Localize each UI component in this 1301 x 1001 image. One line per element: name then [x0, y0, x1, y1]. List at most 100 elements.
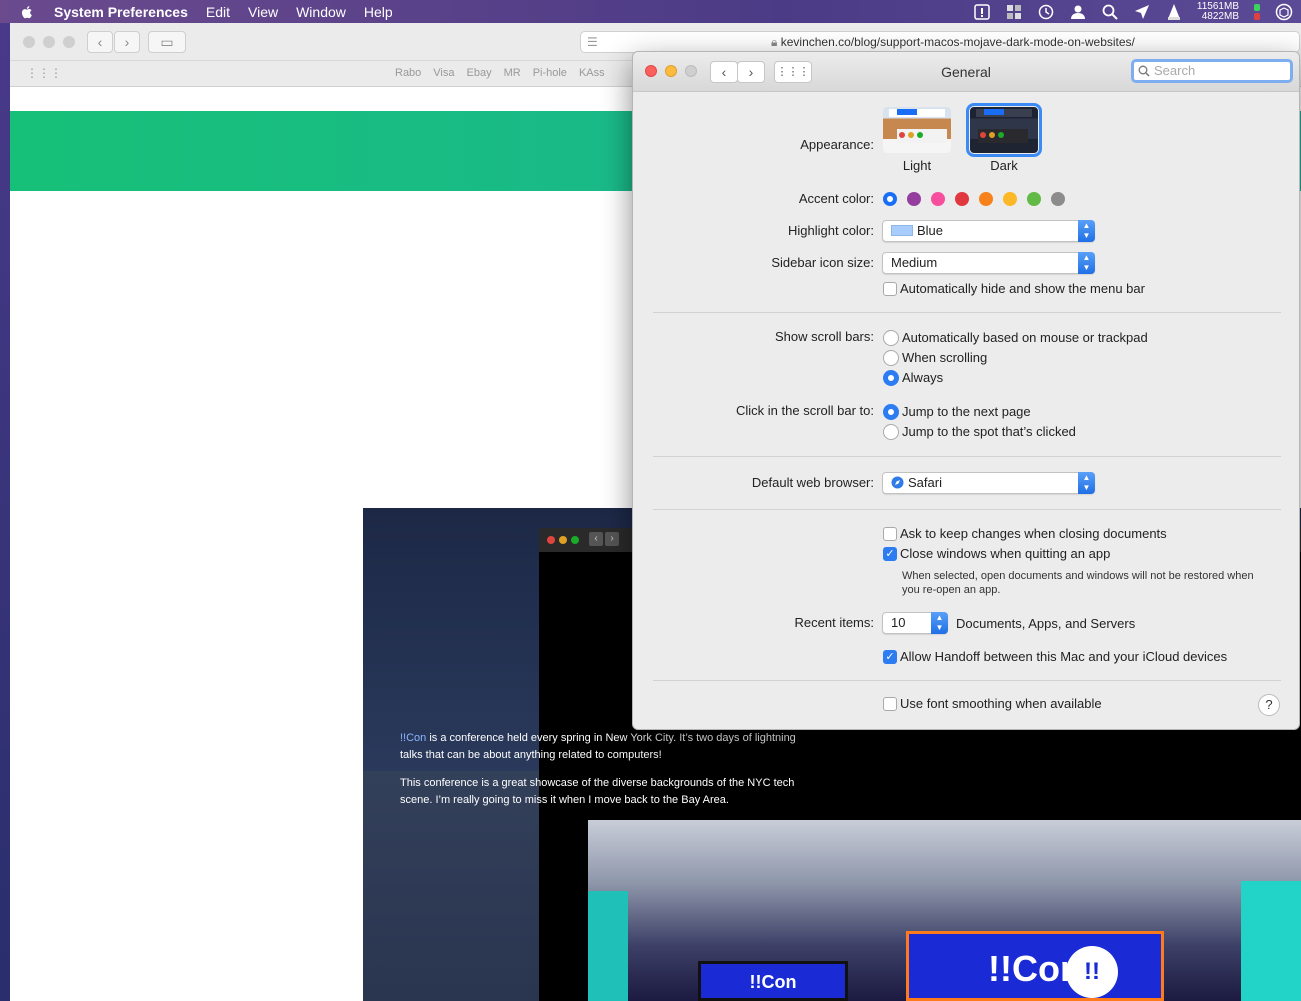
- highlight-swatch: [891, 225, 913, 236]
- close-windows-checkbox[interactable]: ✓: [883, 547, 897, 561]
- auto-hide-menubar-checkbox[interactable]: [883, 282, 897, 296]
- jump-next-page-label: Jump to the next page: [902, 404, 1031, 419]
- allow-handoff-label: Allow Handoff between this Mac and your …: [900, 649, 1228, 664]
- left-screen: !!Con: [698, 961, 848, 1001]
- recent-items-label: Recent items:: [794, 615, 874, 630]
- appearance-light-option[interactable]: [883, 107, 951, 153]
- ask-keep-changes-label: Ask to keep changes when closing documen…: [900, 526, 1167, 541]
- menu-view[interactable]: View: [239, 4, 287, 20]
- highlight-color-popup[interactable]: Blue ▲ ▼: [882, 220, 1095, 242]
- blog-paragraph-1: !!Con is a conference held every spring …: [400, 732, 796, 761]
- help-button[interactable]: ?: [1258, 694, 1280, 716]
- zoom-button[interactable]: [63, 36, 75, 48]
- safari-compass-icon: [891, 476, 904, 489]
- search-field[interactable]: Search: [1131, 59, 1293, 83]
- top-sites-icon[interactable]: ⋮⋮⋮: [26, 66, 62, 80]
- conference-photo: !!Con !!Con !!: [588, 820, 1301, 1001]
- forward-button[interactable]: ›: [114, 31, 140, 53]
- search-icon: [1138, 65, 1150, 77]
- jump-spot-clicked-label: Jump to the spot that’s clicked: [902, 424, 1076, 439]
- accent-pink-swatch[interactable]: [931, 192, 945, 206]
- blog-paragraphs: !!Con is a conference held every spring …: [400, 730, 800, 820]
- menu-window[interactable]: Window: [287, 4, 355, 20]
- accent-graphite-swatch[interactable]: [1051, 192, 1065, 206]
- search-placeholder: Search: [1154, 63, 1196, 78]
- auto-hide-menubar-label: Automatically hide and show the menu bar: [900, 281, 1145, 296]
- location-icon[interactable]: [1133, 3, 1151, 21]
- teal-light: [1241, 881, 1301, 1001]
- back-button[interactable]: ‹: [87, 31, 113, 53]
- chevron-updown-icon: ▲ ▼: [1078, 220, 1095, 242]
- badge-logo: !!: [1066, 946, 1118, 998]
- vlc-icon[interactable]: [1165, 3, 1183, 21]
- favorite-link[interactable]: MR: [504, 67, 521, 79]
- recent-items-suffix: Documents, Apps, and Servers: [956, 616, 1136, 631]
- favorite-link[interactable]: Ebay: [467, 67, 492, 79]
- menu-app-name[interactable]: System Preferences: [54, 4, 197, 20]
- appearance-dark-option[interactable]: [966, 103, 1042, 157]
- accent-red-swatch[interactable]: [955, 192, 969, 206]
- search-icon[interactable]: [1101, 3, 1119, 21]
- cube-icon[interactable]: [1275, 3, 1293, 21]
- close-windows-label: Close windows when quitting an app: [900, 546, 1111, 561]
- accent-yellow-swatch[interactable]: [1003, 192, 1017, 206]
- menu-help[interactable]: Help: [355, 4, 402, 20]
- alert-icon[interactable]: [973, 3, 991, 21]
- teal-light-left: [588, 891, 628, 1001]
- apple-menu-icon[interactable]: [0, 3, 54, 21]
- reader-icon[interactable]: ☰: [587, 32, 598, 52]
- close-windows-note: When selected, open documents and window…: [902, 570, 1254, 596]
- accent-purple-swatch[interactable]: [907, 192, 921, 206]
- click-scroll-bar-label: Click in the scroll bar to:: [736, 403, 874, 418]
- highlight-value: Blue: [917, 223, 944, 238]
- address-bar[interactable]: ☰ 🔒︎ kevinchen.co/blog/support-macos-moj…: [580, 31, 1300, 53]
- favorite-link[interactable]: KAss: [579, 67, 605, 79]
- appearance-label: Appearance:: [800, 137, 874, 152]
- scroll-auto-label: Automatically based on mouse or trackpad: [902, 330, 1148, 345]
- sidebar-toggle-button[interactable]: ▭: [148, 31, 186, 53]
- accent-color-label: Accent color:: [798, 191, 874, 206]
- accent-green-swatch[interactable]: [1027, 192, 1041, 206]
- sidebar-icon-size-label: Sidebar icon size:: [771, 255, 874, 270]
- divider: [653, 456, 1281, 457]
- time-machine-icon[interactable]: [1037, 3, 1055, 21]
- scroll-auto-radio[interactable]: [883, 330, 899, 346]
- menu-bar: System Preferences Edit View Window Help…: [0, 0, 1301, 23]
- favorite-link[interactable]: Rabo: [395, 67, 421, 79]
- accent-orange-swatch[interactable]: [979, 192, 993, 206]
- close-button[interactable]: [23, 36, 35, 48]
- memory-free: 4822MB: [1201, 10, 1239, 22]
- accent-blue-swatch[interactable]: [883, 192, 897, 206]
- sidebar-icon-size-popup[interactable]: Medium ▲ ▼: [882, 252, 1095, 274]
- bangbangcon-link[interactable]: !!Con: [400, 732, 426, 744]
- divider: [653, 509, 1281, 510]
- system-preferences-window: ‹ › ⋮⋮⋮ General Search Appearance: Light…: [632, 51, 1300, 730]
- sidebar-icon-size-value: Medium: [891, 255, 938, 270]
- scroll-when-scrolling-radio[interactable]: [883, 350, 899, 366]
- jump-next-page-radio[interactable]: [883, 404, 899, 420]
- lock-icon: 🔒︎: [771, 35, 778, 49]
- grid-icon[interactable]: [1005, 3, 1023, 21]
- memory-monitor[interactable]: 11561MB 4822MB: [1197, 1, 1239, 22]
- menu-edit[interactable]: Edit: [197, 4, 239, 20]
- scroll-always-radio[interactable]: [883, 370, 899, 386]
- ask-keep-changes-checkbox[interactable]: [883, 527, 897, 541]
- allow-handoff-checkbox[interactable]: ✓: [883, 650, 897, 664]
- user-icon[interactable]: [1069, 3, 1087, 21]
- cpu-meter-icon[interactable]: [1253, 3, 1261, 21]
- recent-items-popup[interactable]: 10 ▲ ▼: [882, 612, 948, 634]
- default-browser-popup[interactable]: Safari ▲ ▼: [882, 472, 1095, 494]
- divider: [653, 312, 1281, 313]
- prefs-titlebar: ‹ › ⋮⋮⋮ General Search: [633, 52, 1299, 92]
- jump-spot-clicked-radio[interactable]: [883, 424, 899, 440]
- favorite-link[interactable]: Pi-hole: [533, 67, 567, 79]
- chevron-updown-icon: ▲ ▼: [1078, 252, 1095, 274]
- center-screen: !!Con: [906, 931, 1164, 1001]
- font-smoothing-checkbox[interactable]: [883, 697, 897, 711]
- appearance-light-label: Light: [902, 158, 932, 173]
- show-scroll-bars-label: Show scroll bars:: [775, 329, 874, 344]
- minimize-button[interactable]: [43, 36, 55, 48]
- highlight-color-label: Highlight color:: [788, 223, 874, 238]
- favorite-link[interactable]: Visa: [433, 67, 454, 79]
- blog-paragraph-2: This conference is a great showcase of t…: [400, 777, 795, 806]
